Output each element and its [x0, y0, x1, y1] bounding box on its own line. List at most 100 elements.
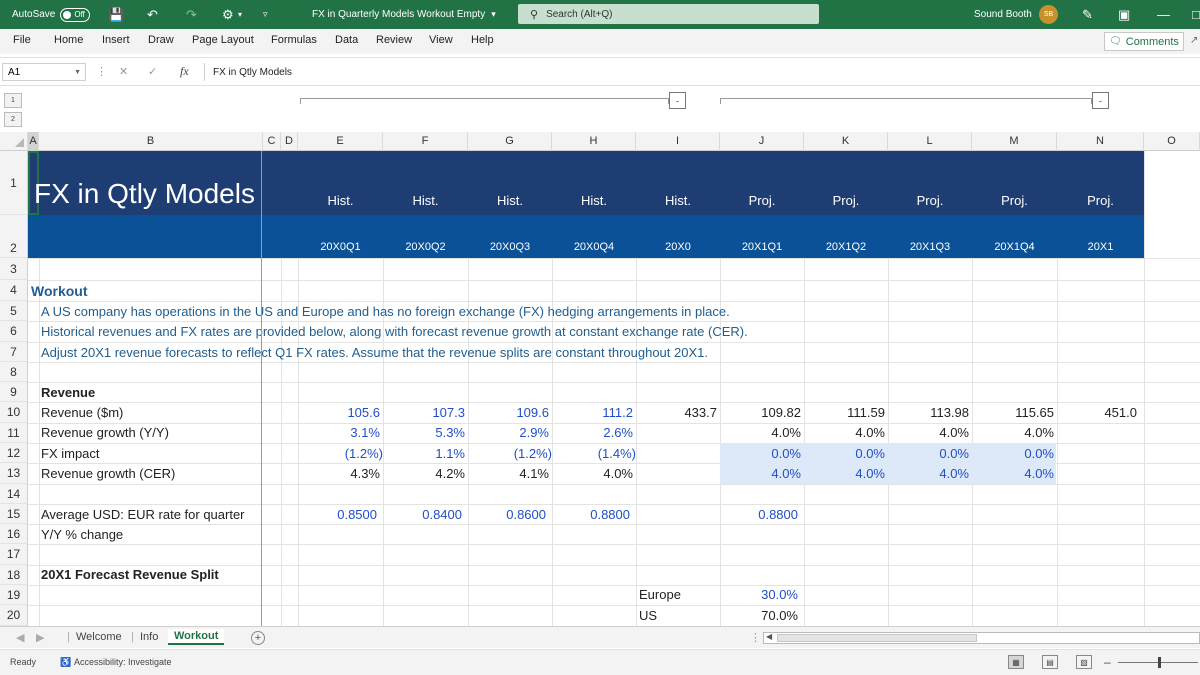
col-header-i[interactable]: I — [636, 132, 720, 151]
insert-function-icon[interactable]: fx — [180, 64, 189, 79]
fx-impact-g[interactable]: (1.2%) — [468, 444, 552, 464]
zoom-out-button[interactable]: – — [1104, 655, 1111, 669]
revenue-h[interactable]: 111.2 — [552, 403, 633, 423]
revenue-f[interactable]: 107.3 — [383, 403, 465, 423]
fx-impact-k[interactable]: 0.0% — [804, 444, 885, 464]
autosave-toggle[interactable]: Off — [60, 7, 91, 22]
name-box-dropdown-icon[interactable]: ▼ — [74, 69, 81, 76]
normal-view-button[interactable]: ▦ — [1008, 655, 1024, 669]
accessibility-icon[interactable]: ♿ — [60, 657, 71, 668]
fx-impact-h[interactable]: (1.4%) — [552, 444, 636, 464]
fx-impact-f[interactable]: 1.1% — [383, 444, 465, 464]
tab-workout[interactable]: Workout — [168, 629, 225, 645]
add-sheet-button[interactable]: + — [251, 631, 265, 645]
menu-formulas[interactable]: Formulas — [271, 34, 317, 46]
row-header-20[interactable]: 20 — [0, 605, 28, 626]
customize-toolbar-icon[interactable]: ▿ — [263, 0, 268, 29]
growth-k[interactable]: 4.0% — [804, 423, 885, 443]
revenue-i[interactable]: 433.7 — [636, 403, 717, 423]
growth-f[interactable]: 5.3% — [383, 423, 465, 443]
revenue-j[interactable]: 109.82 — [720, 403, 801, 423]
growth-g[interactable]: 2.9% — [468, 423, 549, 443]
growth-e[interactable]: 3.1% — [298, 423, 380, 443]
revenue-k[interactable]: 111.59 — [804, 403, 885, 423]
avatar[interactable]: SB — [1039, 5, 1058, 24]
menu-data[interactable]: Data — [335, 34, 358, 46]
fx-impact-l[interactable]: 0.0% — [888, 444, 969, 464]
tab-welcome[interactable]: Welcome — [76, 629, 122, 645]
menu-draw[interactable]: Draw — [148, 34, 174, 46]
undo-icon[interactable]: ↶ — [147, 0, 158, 29]
menu-insert[interactable]: Insert — [102, 34, 130, 46]
growth-cer-e[interactable]: 4.3% — [298, 464, 380, 484]
tab-split-handle[interactable]: ⋮ — [750, 629, 761, 645]
col-header-m[interactable]: M — [972, 132, 1057, 151]
row-header-7[interactable]: 7 — [0, 342, 28, 362]
col-header-o[interactable]: O — [1144, 132, 1200, 151]
fx-impact-m[interactable]: 0.0% — [972, 444, 1054, 464]
col-header-c[interactable]: C — [263, 132, 281, 151]
col-header-e[interactable]: E — [298, 132, 383, 151]
growth-l[interactable]: 4.0% — [888, 423, 969, 443]
scroll-left-icon[interactable]: ◀ — [766, 632, 772, 641]
revenue-m[interactable]: 115.65 — [972, 403, 1054, 423]
growth-cer-g[interactable]: 4.1% — [468, 464, 549, 484]
fx-rate-f[interactable]: 0.8400 — [383, 505, 462, 525]
scroll-tabs-right-icon[interactable]: ▶ — [36, 629, 44, 645]
minimize-icon[interactable]: — — [1157, 0, 1170, 29]
row-header-15[interactable]: 15 — [0, 504, 28, 524]
enter-icon[interactable]: ✓ — [148, 65, 157, 78]
collapse-group-projected-button[interactable]: - — [1092, 92, 1109, 109]
growth-cer-h[interactable]: 4.0% — [552, 464, 633, 484]
touch-mode-icon[interactable]: ⚙ — [222, 0, 234, 29]
europe-split-value[interactable]: 30.0% — [720, 585, 798, 605]
row-header-12[interactable]: 12 — [0, 443, 28, 463]
col-header-l[interactable]: L — [888, 132, 972, 151]
col-header-h[interactable]: H — [552, 132, 636, 151]
outline-level-1-button[interactable]: 1 — [4, 93, 22, 108]
comments-button[interactable]: 🗨 Comments — [1104, 32, 1184, 51]
row-header-17[interactable]: 17 — [0, 544, 28, 565]
row-header-4[interactable]: 4 — [0, 280, 28, 301]
pen-icon[interactable]: ✎ — [1082, 0, 1093, 29]
formula-options-icon[interactable]: ⋮ — [96, 65, 107, 78]
row-header-16[interactable]: 16 — [0, 524, 28, 544]
scroll-tabs-left-icon[interactable]: ◀ — [16, 629, 24, 645]
row-header-8[interactable]: 8 — [0, 362, 28, 382]
menu-view[interactable]: View — [429, 34, 453, 46]
search-box[interactable]: ⚲ Search (Alt+Q) — [518, 4, 819, 24]
growth-cer-m[interactable]: 4.0% — [972, 464, 1054, 484]
menu-review[interactable]: Review — [376, 34, 412, 46]
row-header-14[interactable]: 14 — [0, 484, 28, 504]
row-header-10[interactable]: 10 — [0, 402, 28, 423]
col-header-j[interactable]: J — [720, 132, 804, 151]
row-header-2[interactable]: 2 — [0, 215, 28, 258]
menu-home[interactable]: Home — [54, 34, 83, 46]
fx-impact-j[interactable]: 0.0% — [720, 444, 801, 464]
fx-rate-j[interactable]: 0.8800 — [720, 505, 798, 525]
col-header-k[interactable]: K — [804, 132, 888, 151]
save-icon[interactable]: 💾 — [108, 0, 124, 29]
growth-j[interactable]: 4.0% — [720, 423, 801, 443]
row-header-9[interactable]: 9 — [0, 382, 28, 402]
menu-page-layout[interactable]: Page Layout — [192, 34, 254, 46]
zoom-slider-handle[interactable] — [1158, 657, 1161, 668]
cancel-icon[interactable]: ✕ — [119, 65, 128, 78]
col-header-a[interactable]: A — [28, 132, 39, 151]
row-header-18[interactable]: 18 — [0, 565, 28, 585]
growth-m[interactable]: 4.0% — [972, 423, 1054, 443]
row-header-6[interactable]: 6 — [0, 321, 28, 342]
growth-cer-j[interactable]: 4.0% — [720, 464, 801, 484]
col-header-d[interactable]: D — [281, 132, 298, 151]
fx-rate-h[interactable]: 0.8800 — [552, 505, 630, 525]
menu-file[interactable]: File — [13, 34, 31, 46]
touch-mode-dropdown-icon[interactable]: ▾ — [238, 0, 242, 29]
fx-rate-e[interactable]: 0.8500 — [298, 505, 377, 525]
share-icon[interactable]: ↗ — [1190, 35, 1198, 46]
document-title[interactable]: FX in Quarterly Models Workout Empty ▾ — [312, 0, 496, 29]
col-header-g[interactable]: G — [468, 132, 552, 151]
growth-cer-k[interactable]: 4.0% — [804, 464, 885, 484]
menu-help[interactable]: Help — [471, 34, 494, 46]
row-header-5[interactable]: 5 — [0, 301, 28, 321]
growth-cer-f[interactable]: 4.2% — [383, 464, 465, 484]
